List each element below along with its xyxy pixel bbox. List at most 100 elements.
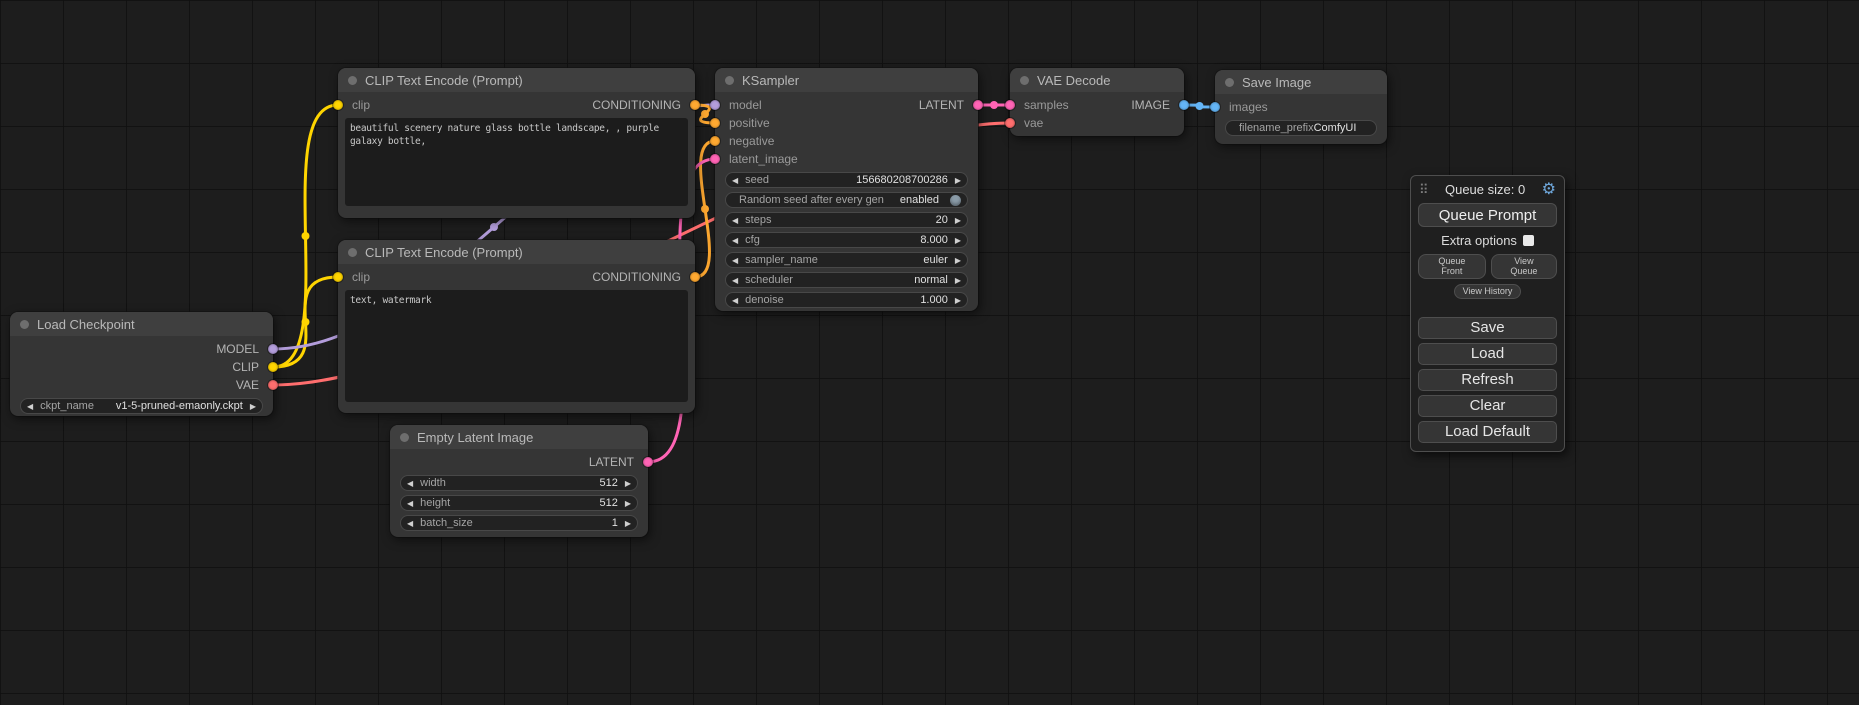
input-slot-vae: vae (1010, 114, 1184, 132)
node-title-bar[interactable]: Save Image (1215, 70, 1387, 94)
node-clip-text-encode-positive[interactable]: CLIP Text Encode (Prompt) clip CONDITION… (338, 68, 695, 218)
input-dot-clip[interactable] (333, 272, 343, 282)
output-dot-latent[interactable] (973, 100, 983, 110)
link-midpoint-dot[interactable] (490, 223, 498, 231)
slot-label: VAE (236, 376, 259, 394)
output-dot-model[interactable] (268, 344, 278, 354)
collapse-dot-icon[interactable] (1225, 78, 1234, 87)
link-midpoint-dot[interactable] (990, 101, 998, 109)
decrement-arrow-icon[interactable]: ◀ (732, 176, 738, 185)
output-dot-conditioning[interactable] (690, 100, 700, 110)
output-dot-image[interactable] (1179, 100, 1189, 110)
collapse-dot-icon[interactable] (348, 76, 357, 85)
load-default-button[interactable]: Load Default (1418, 421, 1557, 443)
link-midpoint-dot[interactable] (1196, 102, 1204, 110)
decrement-arrow-icon[interactable]: ◀ (407, 479, 413, 488)
widget-seed[interactable]: ◀ seed 156680208700286 ▶ (725, 172, 968, 188)
increment-arrow-icon[interactable]: ▶ (955, 216, 961, 225)
decrement-arrow-icon[interactable]: ◀ (407, 499, 413, 508)
input-dot-positive[interactable] (710, 118, 720, 128)
decrement-arrow-icon[interactable]: ◀ (407, 519, 413, 528)
input-dot-samples[interactable] (1005, 100, 1015, 110)
queue-prompt-button[interactable]: Queue Prompt (1418, 203, 1557, 227)
output-dot-conditioning[interactable] (690, 272, 700, 282)
node-title-bar[interactable]: CLIP Text Encode (Prompt) (338, 240, 695, 264)
input-dot-negative[interactable] (710, 136, 720, 146)
increment-arrow-icon[interactable]: ▶ (625, 519, 631, 528)
increment-arrow-icon[interactable]: ▶ (955, 296, 961, 305)
widget-batch-size[interactable]: ◀ batch_size 1 ▶ (400, 515, 638, 531)
output-dot-clip[interactable] (268, 362, 278, 372)
node-title: CLIP Text Encode (Prompt) (365, 73, 523, 88)
prompt-textarea[interactable]: beautiful scenery nature glass bottle la… (345, 118, 688, 206)
widget-value: 1 (612, 517, 618, 529)
queue-front-button[interactable]: Queue Front (1418, 254, 1486, 279)
widget-height[interactable]: ◀ height 512 ▶ (400, 495, 638, 511)
refresh-button[interactable]: Refresh (1418, 369, 1557, 391)
widget-scheduler[interactable]: ◀ scheduler normal ▶ (725, 272, 968, 288)
widget-cfg[interactable]: ◀ cfg 8.000 ▶ (725, 232, 968, 248)
node-title-bar[interactable]: Load Checkpoint (10, 312, 273, 336)
clear-button[interactable]: Clear (1418, 395, 1557, 417)
node-title-bar[interactable]: CLIP Text Encode (Prompt) (338, 68, 695, 92)
decrement-arrow-icon[interactable]: ◀ (732, 216, 738, 225)
node-title-bar[interactable]: VAE Decode (1010, 68, 1184, 92)
input-dot-clip[interactable] (333, 100, 343, 110)
node-ksampler[interactable]: KSampler model LATENT positive negative … (715, 68, 978, 311)
decrement-arrow-icon[interactable]: ◀ (732, 256, 738, 265)
input-dot-vae[interactable] (1005, 118, 1015, 128)
widget-denoise[interactable]: ◀ denoise 1.000 ▶ (725, 292, 968, 308)
input-dot-model[interactable] (710, 100, 720, 110)
decrement-arrow-icon[interactable]: ◀ (27, 402, 33, 411)
output-dot-latent[interactable] (643, 457, 653, 467)
widget-filename-prefix[interactable]: filename_prefix ComfyUI (1225, 120, 1377, 136)
prompt-textarea[interactable]: text, watermark (345, 290, 688, 402)
node-clip-text-encode-negative[interactable]: CLIP Text Encode (Prompt) clip CONDITION… (338, 240, 695, 413)
link-midpoint-dot[interactable] (701, 110, 709, 118)
view-history-button[interactable]: View History (1454, 284, 1522, 299)
widget-name: steps (745, 214, 771, 226)
toggle-indicator-icon[interactable] (950, 195, 961, 206)
link-midpoint-dot[interactable] (302, 318, 310, 326)
widget-width[interactable]: ◀ width 512 ▶ (400, 475, 638, 491)
load-button[interactable]: Load (1418, 343, 1557, 365)
node-vae-decode[interactable]: VAE Decode samples IMAGE vae (1010, 68, 1184, 136)
widget-ckpt-name[interactable]: ◀ ckpt_name v1-5-pruned-emaonly.ckpt ▶ (20, 398, 263, 414)
drag-handle-icon[interactable]: ⠿ (1419, 184, 1429, 196)
link-midpoint-dot[interactable] (302, 232, 310, 240)
increment-arrow-icon[interactable]: ▶ (955, 176, 961, 185)
collapse-dot-icon[interactable] (400, 433, 409, 442)
link-midpoint-dot[interactable] (701, 205, 709, 213)
collapse-dot-icon[interactable] (1020, 76, 1029, 85)
node-graph-canvas[interactable]: Load Checkpoint MODEL CLIP VAE ◀ ckpt_na… (0, 0, 1859, 705)
collapse-dot-icon[interactable] (20, 320, 29, 329)
decrement-arrow-icon[interactable]: ◀ (732, 236, 738, 245)
input-dot-latent-image[interactable] (710, 154, 720, 164)
node-title-bar[interactable]: Empty Latent Image (390, 425, 648, 449)
increment-arrow-icon[interactable]: ▶ (625, 479, 631, 488)
settings-gear-icon[interactable]: ⚙ (1542, 183, 1556, 197)
input-dot-images[interactable] (1210, 102, 1220, 112)
widget-steps[interactable]: ◀ steps 20 ▶ (725, 212, 968, 228)
increment-arrow-icon[interactable]: ▶ (955, 256, 961, 265)
node-save-image[interactable]: Save Image images filename_prefix ComfyU… (1215, 70, 1387, 144)
widget-value: normal (914, 274, 948, 286)
node-empty-latent-image[interactable]: Empty Latent Image LATENT ◀ width 512 ▶ … (390, 425, 648, 537)
node-load-checkpoint[interactable]: Load Checkpoint MODEL CLIP VAE ◀ ckpt_na… (10, 312, 273, 416)
output-dot-vae[interactable] (268, 380, 278, 390)
view-queue-button[interactable]: View Queue (1491, 254, 1557, 279)
increment-arrow-icon[interactable]: ▶ (250, 402, 256, 411)
decrement-arrow-icon[interactable]: ◀ (732, 296, 738, 305)
increment-arrow-icon[interactable]: ▶ (955, 276, 961, 285)
collapse-dot-icon[interactable] (725, 76, 734, 85)
comfy-menu-panel[interactable]: ⠿ Queue size: 0 ⚙ Queue Prompt Extra opt… (1410, 175, 1565, 452)
extra-options-checkbox[interactable] (1523, 235, 1534, 246)
widget-random-seed-toggle[interactable]: Random seed after every gen enabled (725, 192, 968, 208)
increment-arrow-icon[interactable]: ▶ (955, 236, 961, 245)
node-title-bar[interactable]: KSampler (715, 68, 978, 92)
collapse-dot-icon[interactable] (348, 248, 357, 257)
increment-arrow-icon[interactable]: ▶ (625, 499, 631, 508)
widget-sampler-name[interactable]: ◀ sampler_name euler ▶ (725, 252, 968, 268)
decrement-arrow-icon[interactable]: ◀ (732, 276, 738, 285)
save-button[interactable]: Save (1418, 317, 1557, 339)
